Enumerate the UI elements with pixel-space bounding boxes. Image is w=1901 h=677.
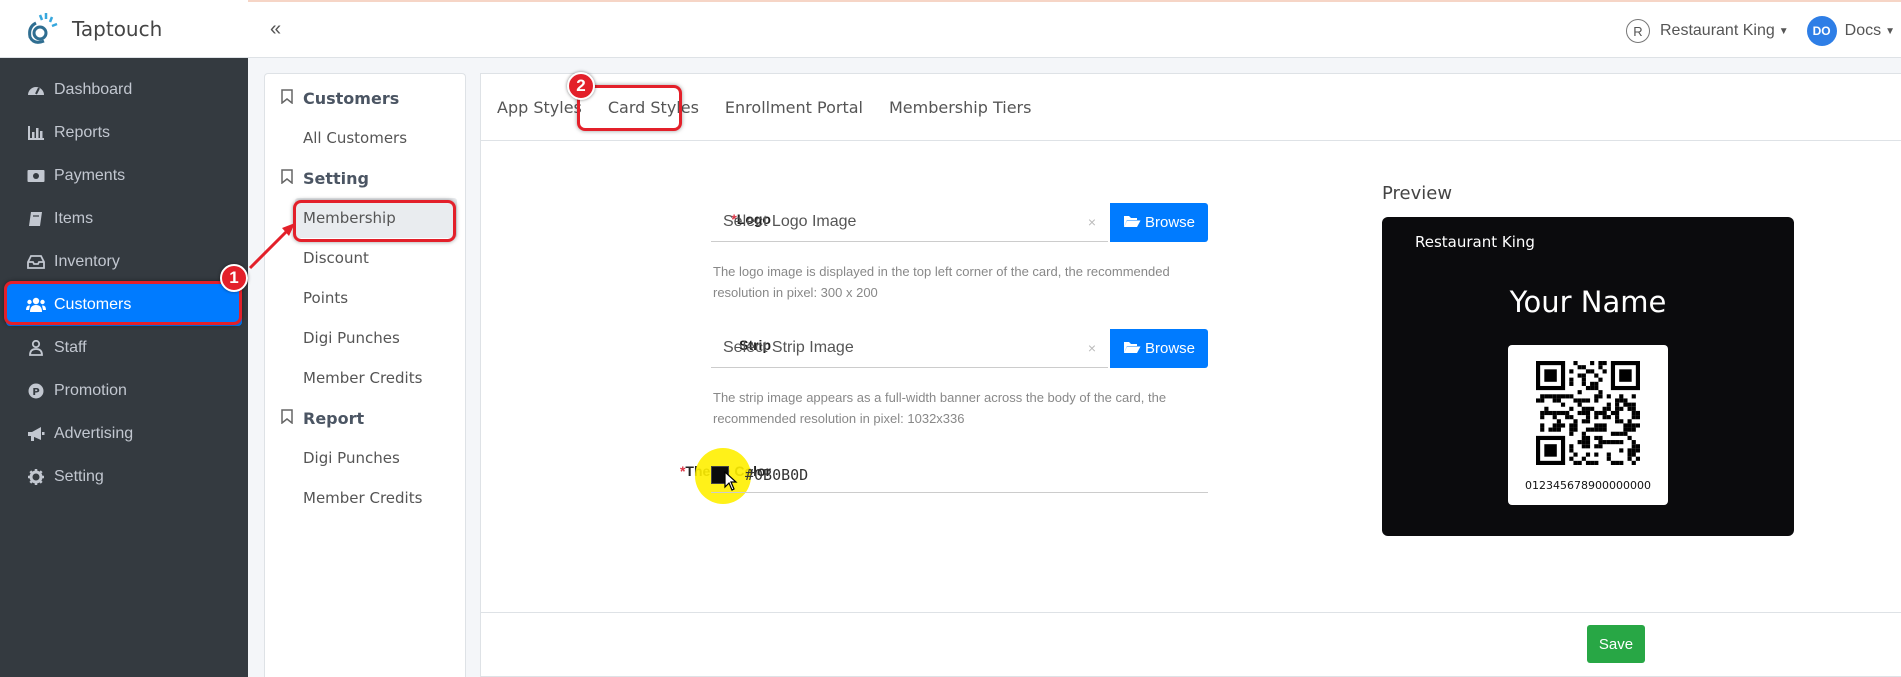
clear-icon[interactable]: × xyxy=(1088,340,1096,356)
sidebar-item-setting[interactable]: Setting xyxy=(6,455,242,498)
submenu-heading-customers: Customers xyxy=(265,78,465,118)
sidebar-item-advertising[interactable]: Advertising xyxy=(6,412,242,455)
sidebar-nav: Dashboard Reports Payments Items Invento… xyxy=(0,58,248,498)
sidebar-item-items[interactable]: Items xyxy=(6,197,242,240)
gear-icon xyxy=(26,468,46,486)
caret-down-icon: ▼ xyxy=(1885,25,1895,37)
brand-name: Taptouch xyxy=(72,16,163,41)
book-icon xyxy=(26,210,46,228)
submenu-item-digi-punches[interactable]: Digi Punches xyxy=(265,318,465,358)
sidebar-item-payments[interactable]: Payments xyxy=(6,154,242,197)
inbox-icon xyxy=(26,253,46,271)
sidebar-item-label: Inventory xyxy=(54,252,120,270)
bookmark-icon xyxy=(281,88,293,108)
sidebar-item-label: Payments xyxy=(54,166,126,184)
submenu-item-all-customers[interactable]: All Customers xyxy=(265,118,465,158)
strip-file-input[interactable]: Select Strip Image × xyxy=(711,329,1108,368)
card-preview: Restaurant King Your Name 01234567890000… xyxy=(1382,217,1794,536)
sidebar-item-label: Reports xyxy=(54,123,111,141)
sidebar-item-staff[interactable]: Staff xyxy=(6,326,242,369)
strip-help-text: The strip image appears as a full-width … xyxy=(713,390,1167,426)
topbar: « R Restaurant King ▼ DO Docs ▼ xyxy=(248,0,1901,58)
submenu-item-report-member-credits[interactable]: Member Credits xyxy=(265,478,465,518)
qr-code-icon xyxy=(1536,361,1640,465)
restaurant-dropdown[interactable]: Restaurant King xyxy=(1660,22,1775,40)
tachometer-icon xyxy=(26,81,46,99)
sidebar-item-label: Promotion xyxy=(54,381,127,399)
sidebar-item-reports[interactable]: Reports xyxy=(6,111,242,154)
tab-app-styles[interactable]: App Styles xyxy=(497,98,582,117)
preview-code: 012345678900000000 xyxy=(1525,479,1651,492)
money-icon xyxy=(26,167,46,185)
user-dropdown[interactable]: Docs xyxy=(1845,22,1881,40)
highlight-customers xyxy=(4,281,242,325)
svg-text:P: P xyxy=(32,387,39,398)
preview-name: Your Name xyxy=(1509,285,1667,319)
submenu-heading-setting: Setting xyxy=(265,158,465,198)
brand[interactable]: Taptouch xyxy=(0,0,248,58)
theme-color-input[interactable]: #0B0B0D xyxy=(711,457,1208,493)
bullhorn-icon xyxy=(26,425,46,443)
sidebar-collapse-button[interactable]: « xyxy=(270,18,281,41)
taptouch-logo-icon xyxy=(22,9,62,49)
caret-down-icon: ▼ xyxy=(1778,25,1789,37)
submenu-heading-report: Report xyxy=(265,398,465,438)
bookmark-icon xyxy=(281,168,293,188)
preview-brand: Restaurant King xyxy=(1415,233,1535,251)
theme-color-value: #0B0B0D xyxy=(745,465,809,484)
membership-tabs: App Styles Card Styles Enrollment Portal… xyxy=(481,74,1901,141)
step-badge-1: 1 xyxy=(220,264,248,292)
sidebar-item-dashboard[interactable]: Dashboard xyxy=(6,68,242,111)
bookmark-icon xyxy=(281,408,293,428)
tab-enrollment-portal[interactable]: Enrollment Portal xyxy=(725,98,863,117)
preview-title: Preview xyxy=(1382,183,1453,204)
card-style-form: *Logo Select Logo Image × Browse The log… xyxy=(481,141,1901,611)
submenu-item-points[interactable]: Points xyxy=(265,278,465,318)
highlight-membership xyxy=(293,200,456,242)
restaurant-icon: R xyxy=(1626,19,1650,43)
save-button[interactable]: Save xyxy=(1587,625,1645,663)
avatar[interactable]: DO xyxy=(1806,16,1837,46)
sidebar-item-label: Staff xyxy=(54,338,87,356)
p-circle-icon: P xyxy=(26,382,46,400)
user-tie-icon xyxy=(26,339,46,357)
tab-membership-tiers[interactable]: Membership Tiers xyxy=(889,98,1031,117)
sidebar-item-label: Dashboard xyxy=(54,80,133,98)
logo-browse-button[interactable]: Browse xyxy=(1110,203,1208,242)
logo-file-input[interactable]: Select Logo Image × xyxy=(711,203,1108,242)
step-badge-2: 2 xyxy=(567,72,595,100)
folder-open-icon xyxy=(1123,340,1141,358)
sidebar-item-label: Setting xyxy=(54,467,104,485)
card-styles-panel: App Styles Card Styles Enrollment Portal… xyxy=(480,73,1901,677)
form-footer: Save xyxy=(481,612,1901,677)
mouse-pointer-icon xyxy=(724,470,738,496)
bar-chart-icon xyxy=(26,124,46,142)
strip-browse-button[interactable]: Browse xyxy=(1110,329,1208,368)
submenu-item-report-digi-punches[interactable]: Digi Punches xyxy=(265,438,465,478)
logo-help-text: The logo image is displayed in the top l… xyxy=(713,264,1170,300)
folder-open-icon xyxy=(1123,214,1141,232)
sidebar: Taptouch Dashboard Reports Payments Item… xyxy=(0,0,248,677)
sidebar-item-inventory[interactable]: Inventory xyxy=(6,240,242,283)
sidebar-item-promotion[interactable]: P Promotion xyxy=(6,369,242,412)
submenu-item-member-credits[interactable]: Member Credits xyxy=(265,358,465,398)
customers-submenu: Customers All Customers Setting Membersh… xyxy=(264,73,466,677)
sidebar-item-label: Items xyxy=(54,209,94,227)
qr-code-box: 012345678900000000 xyxy=(1508,345,1668,505)
sidebar-item-label: Advertising xyxy=(54,424,134,442)
clear-icon[interactable]: × xyxy=(1088,214,1096,230)
topbar-right: R Restaurant King ▼ DO Docs ▼ xyxy=(1626,16,1895,46)
submenu-item-discount[interactable]: Discount xyxy=(265,238,465,278)
